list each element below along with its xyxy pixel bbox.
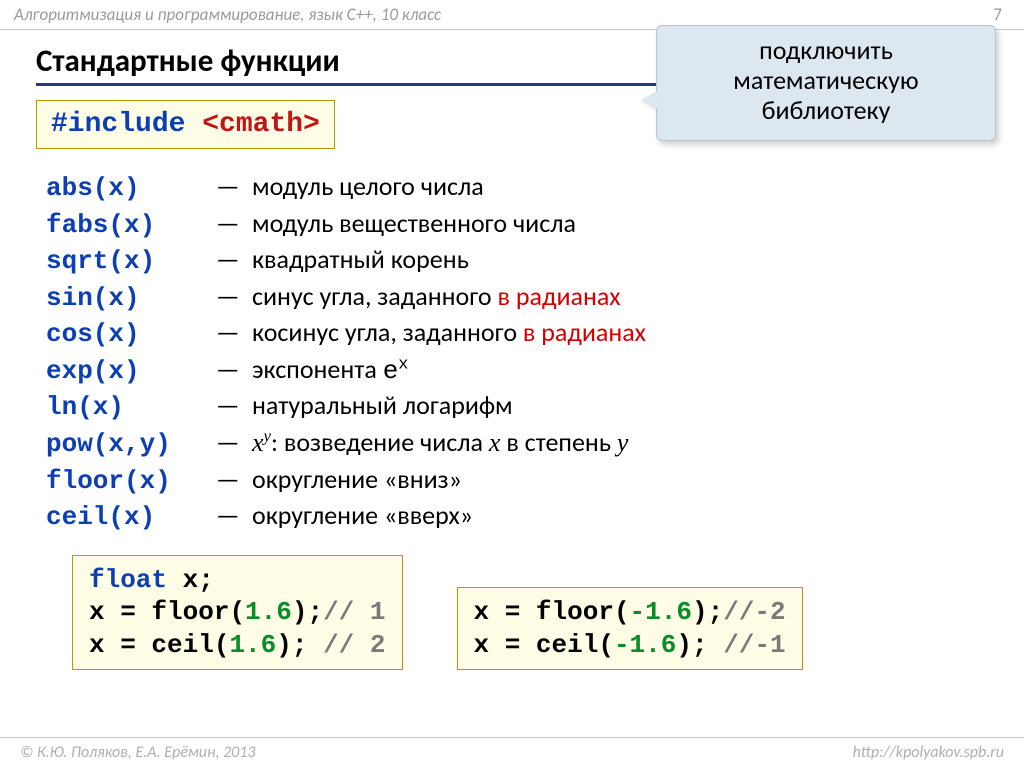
func-desc: округление «вверх»: [252, 498, 473, 533]
func-name: ln(x): [46, 390, 216, 425]
func-name: sin(x): [46, 281, 216, 316]
footer-authors: © К.Ю. Поляков, Е.А. Ерёмин, 2013: [20, 743, 256, 762]
func-desc: экспонента ex: [252, 352, 408, 389]
dash: —: [216, 388, 252, 423]
page-footer: © К.Ю. Поляков, Е.А. Ерёмин, 2013 http:/…: [0, 737, 1024, 767]
func-name: ceil(x): [46, 500, 216, 535]
footer-url: http://kpolyakov.spb.ru: [853, 743, 1004, 762]
dash: —: [216, 242, 252, 277]
course-title: Алгоритмизация и программирование, язык …: [14, 4, 441, 25]
callout-line: библиотеку: [675, 96, 977, 126]
examples-row: float x; x = floor(1.6);// 1 x = ceil(1.…: [72, 555, 996, 671]
func-name: fabs(x): [46, 208, 216, 243]
func-name: cos(x): [46, 317, 216, 352]
include-header: <cmath>: [202, 109, 320, 140]
dash: —: [216, 498, 252, 533]
dash: —: [216, 315, 252, 350]
dash: —: [216, 352, 252, 387]
function-row: ln(x) — натуральный логарифм: [46, 388, 996, 425]
dash: —: [216, 169, 252, 204]
function-row: cos(x) — косинус угла, заданного в радиа…: [46, 315, 996, 352]
func-desc: квадратный корень: [252, 242, 469, 277]
example-right: x = floor(-1.6);//-2 x = ceil(-1.6); //-…: [457, 587, 803, 670]
function-row: fabs(x) — модуль вещественного числа: [46, 206, 996, 243]
slide-body: Стандартные функции #include <cmath> под…: [0, 30, 1024, 737]
func-name: floor(x): [46, 464, 216, 499]
function-row: ceil(x) — округление «вверх»: [46, 498, 996, 535]
callout-tooltip: подключить математическую библиотеку: [656, 25, 996, 141]
function-row: floor(x) — округление «вниз»: [46, 462, 996, 499]
func-desc: синус угла, заданного в радианах: [252, 279, 621, 314]
func-name: pow(x,y): [46, 427, 216, 462]
dash: —: [216, 206, 252, 241]
function-row: abs(x) — модуль целого числа: [46, 169, 996, 206]
func-desc: косинус угла, заданного в радианах: [252, 315, 646, 350]
function-row: pow(x,y) — xy: возведение числа x в степ…: [46, 425, 996, 462]
function-list: abs(x) — модуль целого числа fabs(x) — м…: [46, 169, 996, 535]
func-name: sqrt(x): [46, 244, 216, 279]
include-codebox: #include <cmath>: [36, 100, 335, 149]
function-row: sin(x) — синус угла, заданного в радиана…: [46, 279, 996, 316]
function-row: exp(x) — экспонента ex: [46, 352, 996, 389]
func-name: exp(x): [46, 354, 216, 389]
function-row: sqrt(x) — квадратный корень: [46, 242, 996, 279]
dash: —: [216, 425, 252, 460]
page-number: 7: [993, 4, 1002, 25]
callout-line: математическую: [675, 66, 977, 96]
dash: —: [216, 462, 252, 497]
callout-line: подключить: [675, 36, 977, 66]
func-desc: модуль вещественного числа: [252, 206, 576, 241]
func-desc: xy: возведение числа x в степень y: [252, 425, 628, 461]
preproc-directive: #include: [51, 109, 185, 140]
example-left: float x; x = floor(1.6);// 1 x = ceil(1.…: [72, 555, 403, 671]
func-desc: модуль целого числа: [252, 169, 484, 204]
func-name: abs(x): [46, 171, 216, 206]
func-desc: натуральный логарифм: [252, 388, 513, 423]
func-desc: округление «вниз»: [252, 462, 462, 497]
dash: —: [216, 279, 252, 314]
